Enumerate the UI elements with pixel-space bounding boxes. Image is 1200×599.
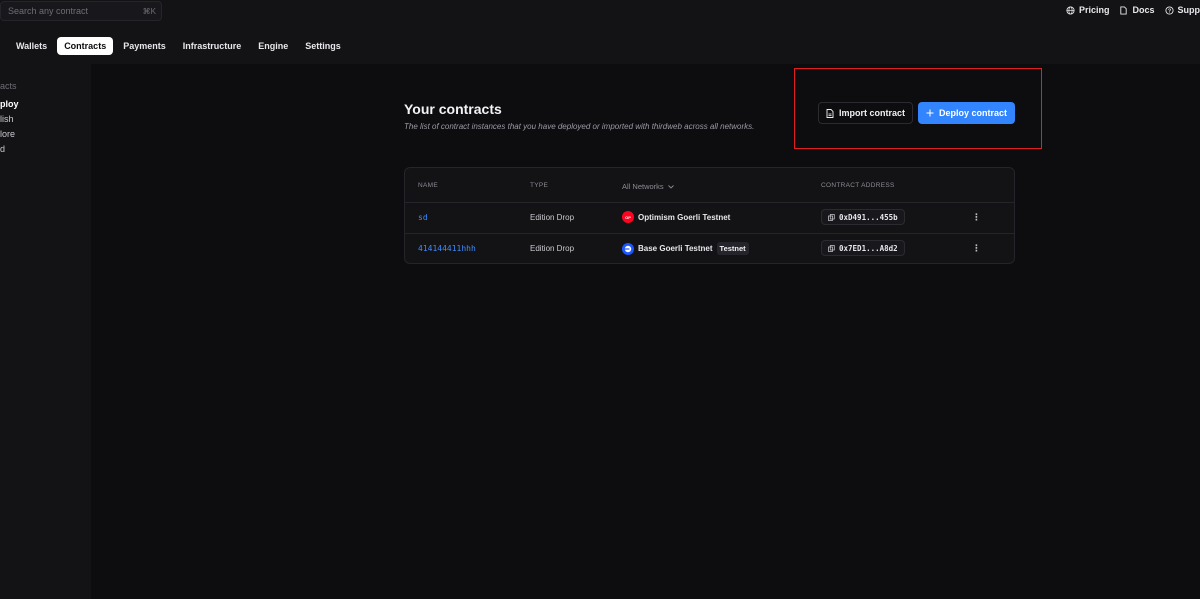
pricing-link[interactable]: Pricing [1066, 5, 1110, 15]
network-name: Base Goerli Testnet [638, 244, 713, 253]
optimism-chain-icon: OP [622, 211, 634, 223]
tab-engine[interactable]: Engine [251, 37, 295, 55]
column-header-type: TYPE [530, 182, 549, 189]
document-icon [826, 108, 834, 118]
table-row-1-name[interactable]: sd [418, 213, 428, 222]
contract-address: 0xD491...455b [839, 212, 898, 222]
plus-icon [926, 109, 934, 117]
tab-contracts[interactable]: Contracts [57, 37, 114, 55]
docs-link[interactable]: Docs [1119, 5, 1155, 15]
support-label: Supp [1177, 5, 1200, 15]
table-row-2-network: Base Goerli Testnet Testnet [622, 242, 749, 255]
tab-infrastructure[interactable]: Infrastructure [176, 37, 249, 55]
row-menu-icon[interactable]: ⋮ [972, 213, 981, 222]
contract-address: 0x7ED1...A8d2 [839, 243, 898, 253]
network-filter-label: All Networks [622, 182, 664, 191]
docs-label: Docs [1132, 5, 1155, 15]
row-divider [405, 202, 1014, 203]
sidebar: acts ploy lish lore d [0, 64, 91, 599]
deploy-contract-button[interactable]: Deploy contract [918, 102, 1015, 124]
copy-icon [828, 244, 835, 252]
search-placeholder: Search any contract [8, 6, 89, 16]
table-row-1-network: OP Optimism Goerli Testnet [622, 211, 730, 223]
globe-icon [1066, 5, 1075, 15]
help-icon: ? [1164, 5, 1174, 14]
sidebar-item-build[interactable]: d [0, 144, 5, 154]
sidebar-item-deploy[interactable]: ploy [0, 99, 19, 109]
svg-text:?: ? [1167, 8, 1170, 14]
network-name: Optimism Goerli Testnet [638, 212, 731, 222]
contract-name-link[interactable]: 414144411hhh [418, 244, 476, 253]
contracts-table: NAME TYPE All Networks CONTRACT ADDRESS … [404, 167, 1015, 264]
table-row-2-type: Edition Drop [530, 244, 575, 253]
network-filter[interactable]: All Networks [622, 182, 674, 191]
contract-name-link[interactable]: sd [418, 213, 428, 222]
row-menu-icon[interactable]: ⋮ [972, 244, 981, 253]
contract-address-copy[interactable]: 0xD491...455b [821, 209, 905, 225]
tab-payments[interactable]: Payments [116, 37, 173, 55]
tab-wallets[interactable]: Wallets [9, 37, 54, 55]
tab-settings[interactable]: Settings [298, 37, 348, 55]
copy-icon [828, 213, 835, 221]
column-header-name: NAME [418, 182, 438, 189]
top-links: Pricing Docs ? Supp [1066, 5, 1200, 15]
import-contract-button[interactable]: Import contract [818, 102, 913, 124]
page-subtitle: The list of contract instances that you … [404, 122, 755, 131]
search-input[interactable]: Search any contract ⌘K [0, 1, 162, 21]
sidebar-section-heading: acts [0, 81, 17, 91]
row-divider [405, 233, 1014, 234]
top-bar: Search any contract ⌘K Pricing Docs ? Su… [0, 0, 1200, 64]
support-link[interactable]: ? Supp [1164, 5, 1200, 15]
column-header-address: CONTRACT ADDRESS [821, 182, 895, 189]
table-row-1-type: Edition Drop [530, 213, 575, 222]
page-title: Your contracts [404, 101, 502, 117]
import-contract-label: Import contract [838, 108, 905, 118]
contract-address-copy[interactable]: 0x7ED1...A8d2 [821, 240, 905, 256]
main-tabs: Wallets Contracts Payments Infrastructur… [9, 37, 348, 55]
testnet-badge: Testnet [716, 242, 749, 255]
document-icon [1120, 5, 1128, 15]
sidebar-item-explore[interactable]: lore [0, 129, 15, 139]
sidebar-item-publish[interactable]: lish [0, 114, 14, 124]
shortcut-hint: ⌘K [142, 6, 156, 16]
chevron-down-icon [667, 184, 674, 189]
base-chain-icon [622, 242, 634, 255]
deploy-contract-label: Deploy contract [938, 108, 1007, 118]
table-row-2-name[interactable]: 414144411hhh [418, 244, 476, 253]
pricing-label: Pricing [1078, 5, 1110, 15]
